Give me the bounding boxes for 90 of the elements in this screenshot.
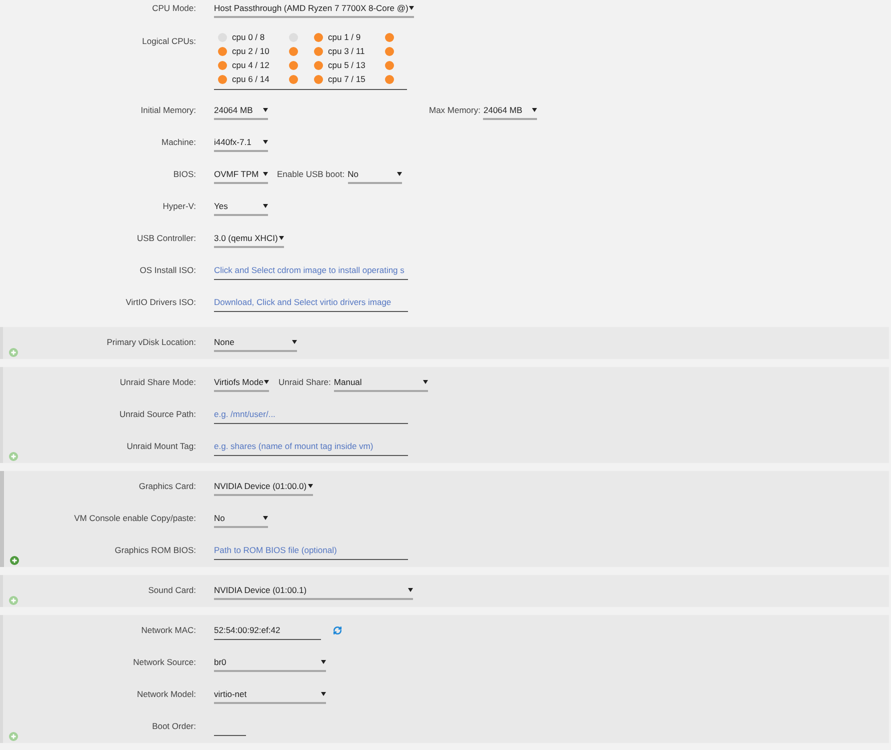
add-icon[interactable] bbox=[9, 348, 18, 357]
cpu-checkbox[interactable] bbox=[385, 60, 394, 70]
add-icon[interactable] bbox=[10, 556, 18, 565]
field-label: Unraid Share: bbox=[278, 376, 331, 388]
select-dropdown[interactable]: NVIDIA Device (01:00.0) bbox=[214, 480, 313, 496]
cpu-label: cpu 2 / 10 bbox=[232, 45, 270, 57]
field-label: Hyper-V: bbox=[162, 200, 196, 212]
caret-icon bbox=[278, 236, 284, 240]
field-label: Primary vDisk Location: bbox=[106, 336, 196, 348]
select-dropdown[interactable]: Yes bbox=[214, 200, 268, 216]
caret-icon bbox=[292, 340, 297, 344]
cpu-checkbox[interactable] bbox=[314, 46, 323, 56]
field-label: Machine: bbox=[160, 136, 196, 148]
cpu-label: cpu 0 / 8 bbox=[232, 31, 266, 43]
cpu-label: cpu 4 / 12 bbox=[232, 59, 270, 71]
input-field[interactable]: Click and Select cdrom image to install operating s bbox=[214, 264, 408, 280]
field-label: BIOS: bbox=[172, 168, 196, 180]
select-dropdown[interactable]: No bbox=[214, 512, 268, 528]
caret-icon bbox=[264, 380, 270, 384]
input-field[interactable]: e.g. shares (name of mount tag inside vm) bbox=[214, 440, 408, 456]
field-label: Unraid Source Path: bbox=[118, 408, 196, 420]
cpu-checkbox[interactable] bbox=[218, 74, 227, 84]
cpu-checkbox[interactable] bbox=[385, 74, 394, 84]
caret-icon bbox=[263, 172, 268, 176]
select-dropdown[interactable]: Host Passthrough (AMD Ryzen 7 7700X 8-Core @) bbox=[214, 2, 414, 18]
field-label: Network Source: bbox=[132, 656, 196, 668]
input-field[interactable]: Path to ROM BIOS file (optional) bbox=[214, 544, 408, 560]
select-dropdown[interactable]: 3.0 (qemu XHCI) bbox=[214, 232, 284, 248]
cpu-checkbox[interactable] bbox=[385, 46, 394, 56]
caret-icon bbox=[263, 140, 268, 144]
add-icon[interactable] bbox=[9, 732, 18, 741]
select-dropdown[interactable]: OVMF TPM bbox=[214, 168, 268, 184]
cpu-checkbox[interactable] bbox=[314, 74, 323, 84]
cpu-checkbox[interactable] bbox=[289, 74, 298, 84]
caret-icon bbox=[408, 588, 413, 592]
caret-icon bbox=[263, 108, 268, 112]
cpu-label: cpu 3 / 11 bbox=[328, 45, 366, 57]
cpu-checkbox[interactable] bbox=[218, 60, 227, 70]
field-label: USB Controller: bbox=[136, 232, 196, 244]
field-label: Unraid Mount Tag: bbox=[126, 440, 196, 452]
select-dropdown[interactable]: Manual bbox=[334, 376, 428, 392]
field-label: Enable USB boot: bbox=[277, 168, 345, 180]
select-dropdown[interactable]: 24064 MB bbox=[214, 104, 268, 120]
input-field[interactable]: 52:54:00:92:ef:42 bbox=[214, 624, 321, 640]
input-field[interactable]: e.g. /mnt/user/... bbox=[214, 408, 408, 424]
field-label: OS Install ISO: bbox=[138, 264, 196, 276]
field-label: Graphics ROM BIOS: bbox=[114, 544, 196, 556]
field-label: Graphics Card: bbox=[138, 480, 196, 492]
field-label: Network Model: bbox=[136, 688, 196, 700]
add-icon[interactable] bbox=[9, 596, 18, 605]
field-label: Sound Card: bbox=[147, 584, 196, 596]
cpu-label: cpu 5 / 13 bbox=[328, 59, 366, 71]
cpu-checkbox[interactable] bbox=[289, 46, 298, 56]
cpu-label: cpu 6 / 14 bbox=[232, 73, 270, 85]
field-label: Initial Memory: bbox=[140, 104, 196, 116]
select-dropdown[interactable]: Virtiofs Mode bbox=[214, 376, 270, 392]
cpu-label: cpu 7 / 15 bbox=[328, 73, 366, 85]
cpu-checkbox[interactable] bbox=[289, 60, 298, 70]
field-label: Boot Order: bbox=[151, 720, 196, 732]
field-label: Unraid Share Mode: bbox=[118, 376, 196, 388]
field-label: Logical CPUs: bbox=[141, 35, 196, 47]
field-label: VM Console enable Copy/paste: bbox=[73, 512, 196, 524]
select-dropdown[interactable]: virtio-net bbox=[214, 688, 326, 704]
caret-icon bbox=[321, 692, 326, 696]
caret-icon bbox=[263, 204, 268, 208]
refresh-icon[interactable] bbox=[333, 626, 342, 635]
field-label: Max Memory: bbox=[429, 104, 480, 116]
select-dropdown[interactable]: None bbox=[214, 336, 297, 352]
caret-icon bbox=[308, 484, 313, 488]
cpu-checkbox[interactable] bbox=[314, 32, 323, 42]
select-dropdown[interactable]: NVIDIA Device (01:00.1) bbox=[214, 584, 413, 600]
caret-icon bbox=[396, 172, 402, 176]
caret-icon bbox=[409, 6, 414, 10]
cpu-checkbox[interactable] bbox=[314, 60, 323, 70]
field-label: CPU Mode: bbox=[151, 2, 196, 14]
input-field[interactable]: Download, Click and Select virtio drivers image bbox=[214, 296, 408, 312]
field-label: VirtIO Drivers ISO: bbox=[124, 296, 196, 308]
cpu-checkbox[interactable] bbox=[218, 46, 227, 56]
caret-icon bbox=[422, 380, 428, 384]
cpu-label: cpu 1 / 9 bbox=[328, 31, 362, 43]
select-dropdown[interactable]: 24064 MB bbox=[483, 104, 538, 120]
caret-icon bbox=[532, 108, 538, 112]
cpu-checkbox[interactable] bbox=[385, 32, 394, 42]
caret-icon bbox=[263, 516, 268, 520]
select-dropdown[interactable]: No bbox=[348, 168, 402, 184]
add-icon[interactable] bbox=[9, 452, 18, 461]
select-dropdown[interactable]: br0 bbox=[214, 656, 326, 672]
field-label: Network MAC: bbox=[140, 624, 196, 636]
caret-icon bbox=[321, 660, 326, 664]
select-dropdown[interactable]: i440fx-7.1 bbox=[214, 136, 268, 152]
